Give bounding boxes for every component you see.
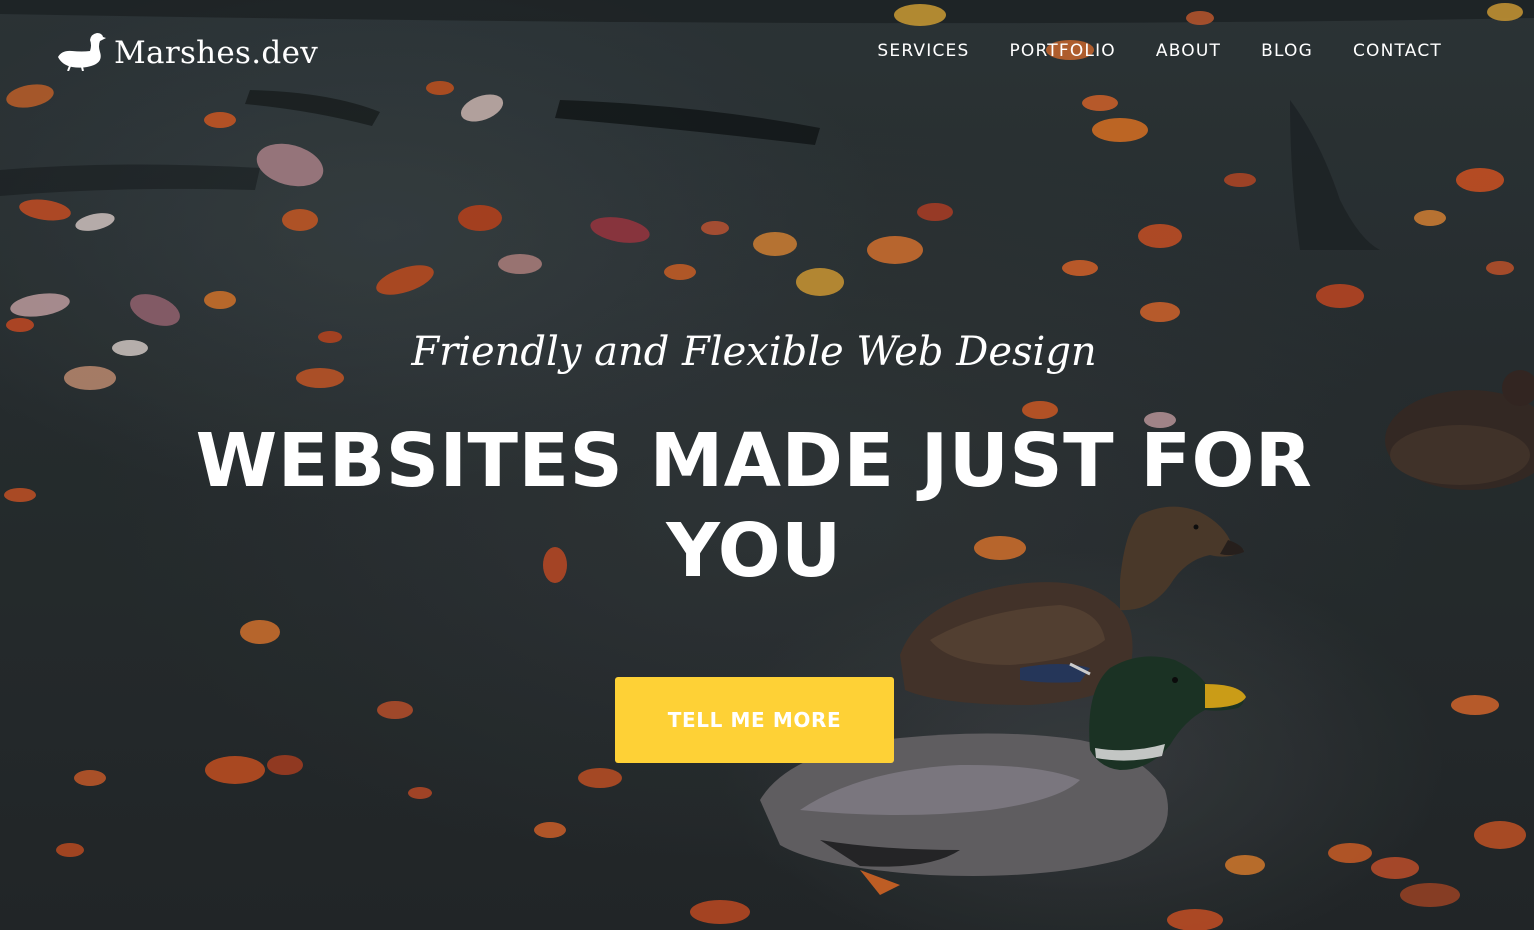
top-navbar: Marshes.dev SERVICES PORTFOLIO ABOUT BLO… xyxy=(0,0,1534,106)
nav-menu: SERVICES PORTFOLIO ABOUT BLOG CONTACT xyxy=(877,38,1442,64)
nav-link-portfolio[interactable]: PORTFOLIO xyxy=(1009,41,1115,61)
brand-logo-link[interactable]: Marshes.dev xyxy=(56,30,318,76)
hero-heading-line1: WEBSITES MADE JUST FOR xyxy=(195,418,1313,504)
nav-link-about[interactable]: ABOUT xyxy=(1156,41,1221,61)
duck-icon xyxy=(56,31,106,76)
hero-subheading: Friendly and Flexible Web Design xyxy=(411,329,1097,375)
nav-link-blog[interactable]: BLOG xyxy=(1261,41,1313,61)
nav-link-services[interactable]: SERVICES xyxy=(877,41,969,61)
brand-name: Marshes.dev xyxy=(114,35,319,71)
hero-heading-line2: YOU xyxy=(666,508,842,594)
hero-heading: WEBSITES MADE JUST FOR YOU xyxy=(80,416,1428,596)
tell-me-more-button[interactable]: TELL ME MORE xyxy=(615,677,894,763)
nav-link-contact[interactable]: CONTACT xyxy=(1353,41,1442,61)
